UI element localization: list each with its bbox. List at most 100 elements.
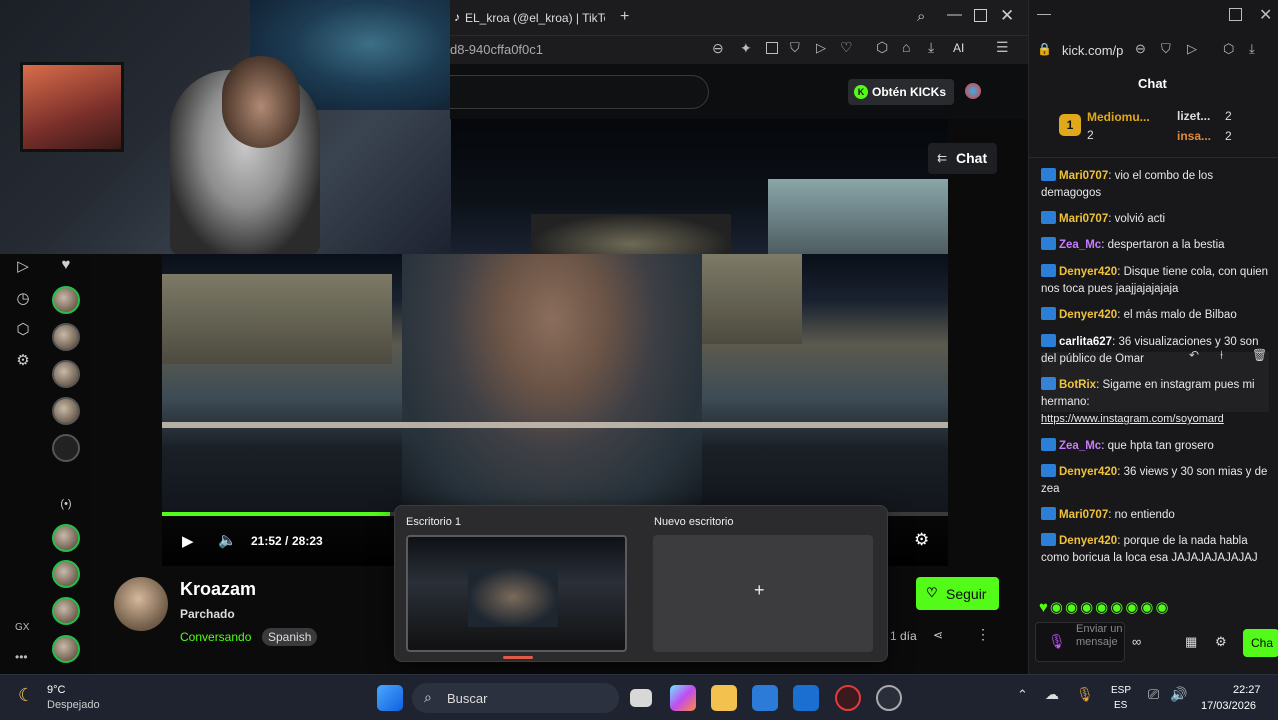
chevron-up-icon[interactable]: ⌃	[1017, 687, 1028, 703]
heart-icon[interactable]: ♡	[840, 39, 853, 56]
channel-avatar[interactable]	[52, 286, 80, 314]
send-icon[interactable]: ▷	[1187, 41, 1197, 57]
streamer-avatar[interactable]	[114, 577, 168, 631]
chat-username[interactable]: Denyer420	[1059, 535, 1117, 547]
chat-input[interactable]: 🎙 Enviar un mensaje	[1035, 622, 1125, 662]
send-chat-button[interactable]: Cha	[1243, 629, 1278, 657]
pin-message-icon[interactable]: ⍿	[1220, 348, 1223, 363]
zoom-icon[interactable]: ⊖	[1135, 41, 1146, 57]
chat-username[interactable]: Mari0707	[1059, 170, 1108, 182]
follow-button[interactable]: ♡ Seguir	[916, 577, 999, 610]
monitor-icon[interactable]: ⎚	[1148, 686, 1159, 703]
menu-icon[interactable]: ☰	[996, 39, 1009, 56]
minimize-icon[interactable]: —	[1037, 5, 1051, 21]
mic-icon[interactable]: 🎙	[1076, 686, 1094, 703]
channel-avatar[interactable]	[52, 524, 80, 552]
channel-avatar[interactable]	[52, 635, 80, 663]
history-icon[interactable]: ◷	[14, 290, 32, 308]
lang-1[interactable]: ESP	[1111, 685, 1131, 696]
weather-desc[interactable]: Despejado	[47, 699, 100, 711]
new-tab-icon[interactable]: +	[620, 8, 629, 26]
extensions-icon[interactable]: ⬡	[1223, 41, 1234, 57]
add-desktop-icon[interactable]: +	[754, 580, 765, 601]
delete-icon[interactable]: 🗑	[1252, 348, 1267, 362]
shield-icon[interactable]: ⛉	[790, 40, 800, 56]
chat-toggle-button[interactable]: ⇇ Chat	[928, 143, 997, 174]
streamer-name[interactable]: Kroazam	[180, 579, 256, 600]
extensions-icon[interactable]: ⬡	[876, 39, 888, 56]
reply-icon[interactable]: ↶	[1189, 348, 1199, 362]
opera-gx-icon[interactable]	[835, 685, 861, 711]
kebab-menu-icon[interactable]: ⋮	[976, 626, 990, 643]
channel-avatar[interactable]	[52, 597, 80, 625]
task-view-icon[interactable]	[630, 689, 652, 707]
emote-picker-icon[interactable]: ∞	[1132, 634, 1141, 649]
video-player[interactable]	[162, 254, 948, 514]
snapshot-icon[interactable]	[766, 42, 778, 54]
channel-avatar[interactable]	[52, 434, 80, 462]
file-explorer-icon[interactable]	[711, 685, 737, 711]
more-icon[interactable]: •••	[15, 650, 28, 664]
store-icon[interactable]	[752, 685, 778, 711]
start-icon[interactable]	[377, 685, 403, 711]
zoom-icon[interactable]: ⊖	[712, 40, 724, 57]
wallet-icon[interactable]: ⌂	[902, 39, 910, 55]
gx-label[interactable]: GX	[15, 622, 29, 633]
clock-time[interactable]: 22:27	[1233, 684, 1261, 696]
chat-username[interactable]: Denyer420	[1059, 309, 1117, 321]
channel-avatar[interactable]	[52, 560, 80, 588]
chat-username[interactable]: carlita627	[1059, 336, 1112, 348]
mic-icon[interactable]: 🎙	[1048, 633, 1066, 650]
volume-icon[interactable]: 🔈	[218, 531, 237, 549]
copilot-icon[interactable]	[670, 685, 696, 711]
channel-avatar[interactable]	[52, 323, 80, 351]
close-icon[interactable]: ✕	[1259, 5, 1272, 25]
stream-category[interactable]: Conversando	[180, 630, 251, 644]
chat-username[interactable]: Zea_Mc	[1059, 239, 1101, 251]
chat-username[interactable]: Denyer420	[1059, 266, 1117, 278]
play-icon[interactable]: ▶	[182, 532, 194, 550]
download-icon[interactable]: ⤓	[1249, 41, 1255, 57]
avatar[interactable]	[965, 83, 981, 99]
maximize-icon[interactable]	[974, 9, 987, 22]
cloud-icon[interactable]: ☁	[1045, 686, 1059, 703]
leader-name[interactable]: Mediomu...	[1087, 110, 1150, 124]
language-tag[interactable]: Spanish	[262, 628, 318, 646]
channel-avatar[interactable]	[52, 397, 80, 425]
app-icon[interactable]	[876, 685, 902, 711]
send-icon[interactable]: ▷	[816, 40, 826, 56]
chat-username[interactable]: Mari0707	[1059, 213, 1108, 225]
settings-gear-icon[interactable]: ⚙	[14, 352, 32, 370]
chat-username[interactable]: Zea_Mc	[1059, 440, 1101, 452]
following-icon[interactable]: ▷	[14, 258, 32, 276]
puzzle-icon[interactable]: ⬡	[14, 321, 32, 339]
ai-button[interactable]: AI	[953, 41, 964, 55]
clock-date[interactable]: 17/03/2026	[1201, 700, 1256, 712]
weather-temp[interactable]: 9°C	[47, 684, 65, 696]
address-bar[interactable]: d8-940cffa0f0c1 ⊖ ✦ ⛉ ▷ ♡ ⬡ ⌂ ⤓ AI ☰	[450, 36, 1028, 64]
new-desktop-thumbnail[interactable]: +	[653, 535, 873, 652]
minimize-icon[interactable]: —	[947, 6, 962, 23]
desktop-1-label[interactable]: Escritorio 1	[406, 516, 461, 528]
url-text[interactable]: d8-940cffa0f0c1	[450, 42, 543, 57]
speaker-icon[interactable]: 🔊	[1170, 686, 1187, 703]
emote-bar[interactable]: ♥◉◉◉◉◉◉◉◉	[1039, 598, 1274, 620]
chat-username[interactable]: Denyer420	[1059, 466, 1117, 478]
close-icon[interactable]: ✕	[1000, 6, 1014, 26]
shield-icon[interactable]: ⛉	[1161, 41, 1171, 57]
chat-settings-icon[interactable]: ⚙	[1215, 634, 1227, 650]
chat-link[interactable]: https://www.instagram.com/soyomard	[1041, 413, 1224, 425]
heart-fill-icon[interactable]: ♥	[57, 256, 75, 274]
chat-username[interactable]: Mari0707	[1059, 509, 1108, 521]
search-icon[interactable]: ⌕	[917, 8, 925, 25]
new-desktop-label[interactable]: Nuevo escritorio	[654, 516, 733, 528]
channel-avatar[interactable]	[52, 360, 80, 388]
share-icon[interactable]: ⋖	[933, 628, 943, 642]
taskbar-search[interactable]: ⌕ Buscar	[412, 683, 619, 713]
leader-name[interactable]: lizet...	[1177, 109, 1210, 123]
leader-name[interactable]: insa...	[1177, 129, 1211, 143]
kicks-button[interactable]: K Obtén KICKs	[848, 79, 954, 105]
settings-icon[interactable]: ⚙	[914, 530, 929, 550]
outlook-icon[interactable]	[793, 685, 819, 711]
download-icon[interactable]: ⤓	[928, 39, 934, 56]
